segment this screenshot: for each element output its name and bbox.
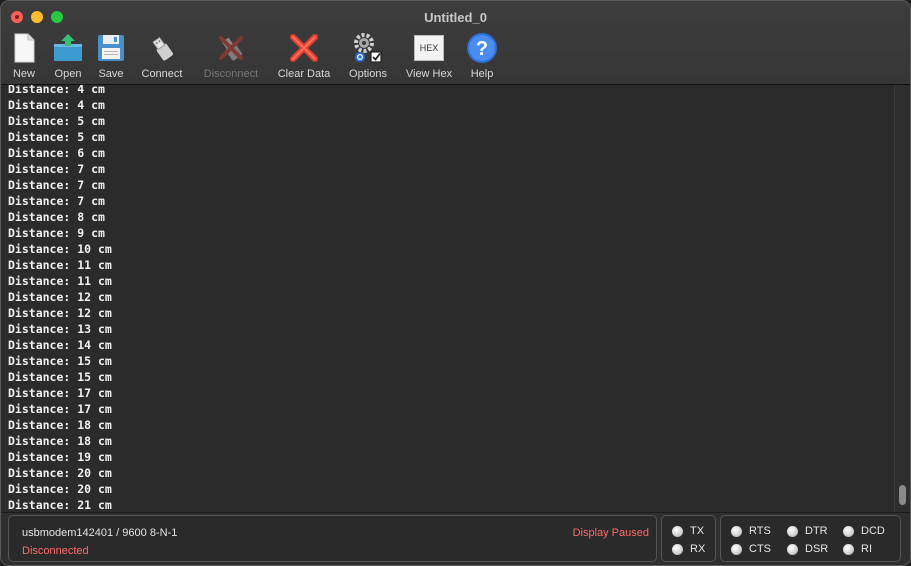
console-line: Distance: 7 cm — [8, 178, 105, 192]
tx-label: TX — [690, 525, 705, 537]
display-paused-text: Display Paused — [572, 527, 649, 539]
console-line: Distance: 10 cm — [8, 242, 112, 256]
connection-status-text: Disconnected — [22, 545, 89, 557]
console-line: Distance: 17 cm — [8, 402, 112, 416]
help-label: Help — [470, 68, 494, 80]
help-button[interactable]: ? Help — [465, 29, 499, 83]
options-gears-icon — [354, 33, 382, 63]
vertical-scrollbar[interactable] — [894, 85, 910, 512]
dcd-indicator-icon — [843, 526, 854, 537]
dsr-indicator-icon — [787, 544, 798, 555]
options-label: Options — [349, 68, 387, 80]
console-line: Distance: 12 cm — [8, 306, 112, 320]
console-line: Distance: 12 cm — [8, 290, 112, 304]
view-hex-button[interactable]: HEX View Hex — [402, 29, 456, 83]
usb-plug-icon — [152, 36, 174, 61]
console-line: Distance: 9 cm — [8, 226, 105, 240]
new-document-icon — [14, 33, 35, 63]
console-line: Distance: 8 cm — [8, 210, 105, 224]
rts-indicator-icon — [731, 526, 742, 537]
clear-data-label: Clear Data — [277, 68, 331, 80]
port-settings-text: usbmodem142401 / 9600 8-N-1 — [22, 527, 178, 539]
clear-data-button[interactable]: Clear Data — [274, 29, 334, 83]
hex-icon: HEX — [414, 35, 444, 61]
rx-indicator-icon — [672, 544, 683, 555]
open-label: Open — [54, 68, 82, 80]
console-line: Distance: 13 cm — [8, 322, 112, 336]
usb-disconnect-icon — [219, 36, 243, 61]
help-question-icon: ? — [467, 33, 497, 63]
serial-output-console[interactable]: Distance: 4 cm Distance: 4 cm Distance: 5 … — [1, 85, 894, 512]
port-status-panel: usbmodem142401 / 9600 8-N-1 Disconnected… — [8, 515, 657, 562]
console-line: Distance: 5 cm — [8, 130, 105, 144]
connect-button[interactable]: Connect — [137, 29, 187, 83]
console-line: Distance: 14 cm — [8, 338, 112, 352]
console-line: Distance: 17 cm — [8, 386, 112, 400]
dtr-indicator-icon — [787, 526, 798, 537]
console-line: Distance: 11 cm — [8, 258, 112, 272]
console-line: Distance: 11 cm — [8, 274, 112, 288]
ri-label: RI — [861, 543, 872, 555]
new-label: New — [12, 68, 35, 80]
disconnect-button[interactable]: Disconnect — [199, 29, 263, 83]
ri-indicator-icon — [843, 544, 854, 555]
dtr-label: DTR — [805, 525, 828, 537]
new-button[interactable]: New — [7, 29, 41, 83]
console-line: Distance: 4 cm — [8, 98, 105, 112]
serial-monitor-window: Untitled_0 New Open Save Connect Disconn… — [0, 0, 911, 566]
hex-icon-text: HEX — [419, 43, 439, 53]
status-bar: usbmodem142401 / 9600 8-N-1 Disconnected… — [1, 512, 910, 565]
cts-label: CTS — [749, 543, 771, 555]
title-bar: Untitled_0 New Open Save Connect Disconn… — [1, 1, 910, 85]
tx-rx-panel: TX RX — [661, 515, 716, 562]
control-lines-panel: RTS CTS DTR DSR DCD RI — [720, 515, 901, 562]
console-line: Distance: 20 cm — [8, 466, 112, 480]
rts-label: RTS — [749, 525, 771, 537]
open-folder-icon — [54, 34, 82, 61]
clear-x-icon — [290, 34, 318, 62]
serial-output-text: Distance: 4 cm Distance: 4 cm Distance: 5 … — [1, 85, 112, 512]
console-line: Distance: 18 cm — [8, 434, 112, 448]
console-line: Distance: 7 cm — [8, 194, 105, 208]
save-disk-icon — [98, 35, 124, 61]
console-line: Distance: 21 cm — [8, 498, 112, 512]
open-button[interactable]: Open — [49, 29, 87, 83]
disconnect-label: Disconnect — [203, 68, 259, 80]
save-label: Save — [98, 68, 124, 80]
tx-indicator-icon — [672, 526, 683, 537]
console-line: Distance: 5 cm — [8, 114, 105, 128]
console-line: Distance: 15 cm — [8, 354, 112, 368]
console-line: Distance: 15 cm — [8, 370, 112, 384]
console-line: Distance: 4 cm — [8, 85, 105, 96]
scrollbar-thumb[interactable] — [899, 485, 906, 505]
rx-label: RX — [690, 543, 706, 555]
svg-text:?: ? — [476, 38, 488, 60]
options-button[interactable]: Options — [344, 29, 392, 83]
console-line: Distance: 6 cm — [8, 146, 105, 160]
console-line: Distance: 18 cm — [8, 418, 112, 432]
connect-label: Connect — [141, 68, 183, 80]
console-line: Distance: 20 cm — [8, 482, 112, 496]
console-line: Distance: 19 cm — [8, 450, 112, 464]
window-title: Untitled_0 — [424, 10, 487, 25]
view-hex-label: View Hex — [405, 68, 453, 80]
dcd-label: DCD — [861, 525, 885, 537]
dsr-label: DSR — [805, 543, 829, 555]
cts-indicator-icon — [731, 544, 742, 555]
console-line: Distance: 7 cm — [8, 162, 105, 176]
save-button[interactable]: Save — [93, 29, 129, 83]
